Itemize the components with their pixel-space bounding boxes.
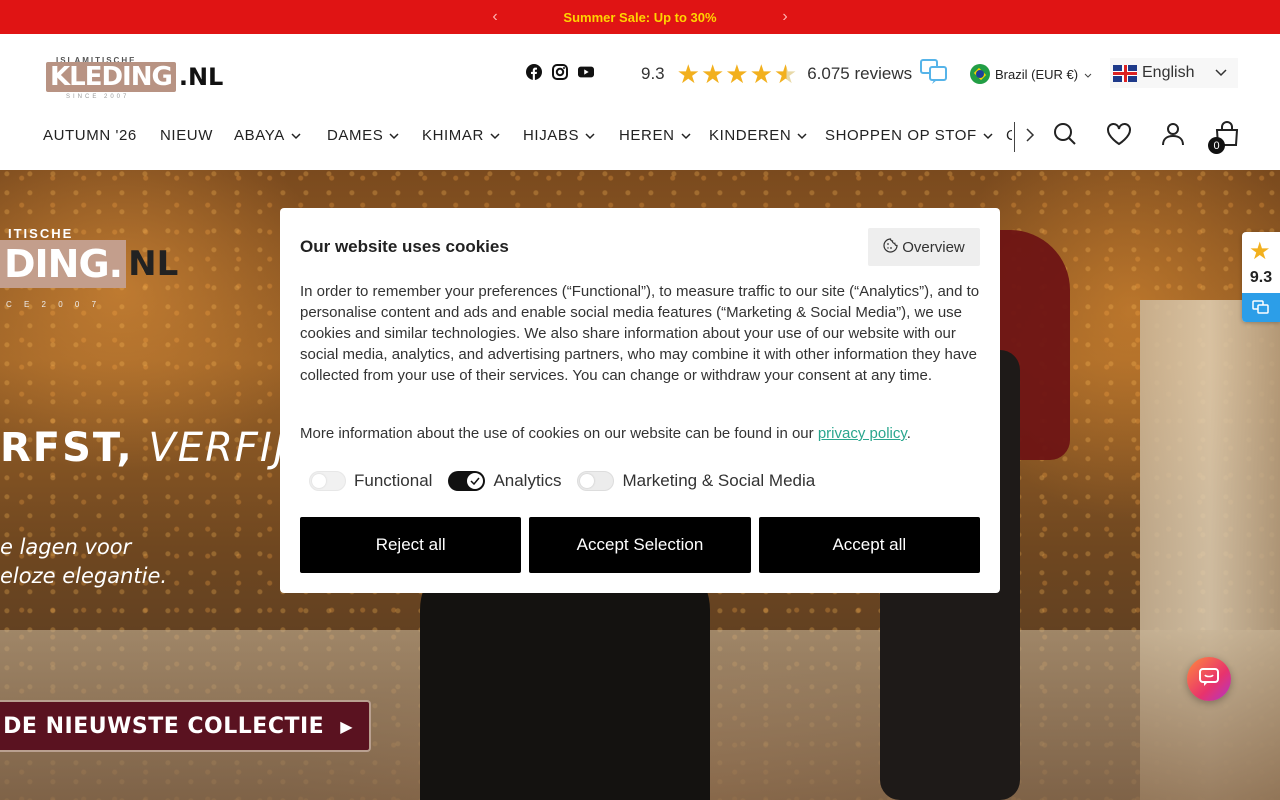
rating-score: 9.3 bbox=[641, 64, 665, 83]
chevron-down-icon bbox=[291, 127, 301, 144]
hero-logo-since: C E 2 0 0 7 bbox=[6, 300, 102, 309]
half-star-icon: ★ bbox=[773, 59, 798, 89]
account-button[interactable] bbox=[1159, 122, 1187, 150]
user-icon bbox=[1161, 122, 1185, 151]
chevron-right-icon bbox=[1025, 127, 1035, 148]
uk-flag-icon bbox=[1113, 64, 1137, 82]
country-selector[interactable]: Brazil (EUR €) bbox=[970, 64, 1092, 84]
cookie-buttons: Reject all Accept Selection Accept all bbox=[300, 517, 980, 573]
privacy-policy-link[interactable]: privacy policy bbox=[818, 425, 907, 442]
review-chat-icon bbox=[1242, 293, 1280, 322]
toggle-marketing-label: Marketing & Social Media bbox=[622, 471, 816, 490]
chat-button[interactable] bbox=[1187, 657, 1231, 701]
cookie-dialog-title: Our website uses cookies bbox=[300, 237, 509, 256]
badge-score: 9.3 bbox=[1249, 269, 1273, 286]
instagram-icon[interactable] bbox=[552, 64, 568, 80]
nav-item-autumn[interactable]: AUTUMN '26 bbox=[43, 127, 137, 144]
star-icon: ★ bbox=[749, 59, 773, 89]
chevron-down-icon bbox=[389, 127, 399, 144]
logo-since-text: SINCE 2007 bbox=[66, 94, 130, 100]
review-badge[interactable]: ★ 9.3 bbox=[1242, 232, 1280, 322]
nav-item-heren[interactable]: HEREN bbox=[619, 127, 691, 144]
hero-logo-top: ITISCHE bbox=[8, 226, 74, 241]
analytics-switch[interactable] bbox=[448, 471, 486, 491]
review-rating-widget[interactable]: 9.3 ★ ★ ★ ★ ★ 6.075 reviews bbox=[641, 58, 948, 89]
star-icon: ★ bbox=[676, 59, 700, 89]
cookie-consent-dialog: Our website uses cookies Overview In ord… bbox=[280, 208, 1000, 593]
chevron-down-icon bbox=[983, 127, 993, 144]
accept-selection-button[interactable]: Accept Selection bbox=[529, 517, 751, 573]
toggle-functional[interactable]: Functional bbox=[309, 471, 432, 491]
hero-cta-button[interactable]: P DE NIEUWSTE COLLECTIE ▶ bbox=[0, 700, 371, 752]
hero-logo: ITISCHE DING. NL C E 2 0 0 7 bbox=[0, 226, 179, 309]
marketing-switch[interactable] bbox=[577, 471, 615, 491]
play-icon: ▶ bbox=[340, 716, 353, 736]
search-button[interactable] bbox=[1051, 122, 1079, 150]
hero-logo-main: DING. bbox=[0, 240, 127, 288]
nav-item-truncated[interactable]: C bbox=[1006, 127, 1012, 144]
cookie-icon bbox=[883, 237, 902, 257]
chevron-down-icon bbox=[680, 127, 691, 144]
site-logo[interactable]: ISLAMITISCHE KLEDING .NL SINCE 2007 bbox=[46, 56, 223, 102]
cookie-description: In order to remember your preferences (“… bbox=[300, 283, 980, 384]
chevron-down-icon bbox=[1214, 65, 1228, 84]
main-nav: AUTUMN '26 NIEUW ABAYA DAMES KHIMAR HIJA… bbox=[0, 122, 1012, 152]
nav-item-abaya[interactable]: ABAYA bbox=[234, 127, 301, 144]
review-chat-icon bbox=[920, 58, 948, 90]
language-selector[interactable]: English bbox=[1110, 58, 1238, 88]
announcement-next-arrow[interactable]: › bbox=[765, 8, 805, 26]
nav-item-hijabs[interactable]: HIJABS bbox=[523, 127, 595, 144]
star-icon: ★ bbox=[725, 59, 749, 89]
cookie-more-info: More information about the use of cookie… bbox=[300, 425, 911, 442]
announcement-prev-arrow[interactable]: ‹ bbox=[475, 8, 515, 26]
reject-all-button[interactable]: Reject all bbox=[300, 517, 522, 573]
chevron-down-icon bbox=[1084, 67, 1092, 82]
youtube-icon[interactable] bbox=[578, 64, 594, 80]
nav-item-shoppen-op-stof[interactable]: SHOPPEN OP STOF bbox=[825, 127, 993, 144]
announcement-text[interactable]: Summer Sale: Up to 30% bbox=[515, 10, 765, 25]
heart-icon bbox=[1106, 122, 1132, 151]
language-label: English bbox=[1142, 64, 1195, 81]
star-icon: ★ bbox=[700, 59, 725, 89]
hero-subtitle: e lagen voor eloze elegantie. bbox=[0, 535, 168, 588]
nav-item-nieuw[interactable]: NIEUW bbox=[160, 127, 213, 144]
nav-scroll-next-button[interactable] bbox=[1014, 122, 1044, 152]
brazil-flag-icon bbox=[970, 64, 990, 84]
chat-icon bbox=[1198, 666, 1220, 693]
nav-item-kinderen[interactable]: KINDEREN bbox=[709, 127, 807, 144]
toggle-analytics[interactable]: Analytics bbox=[448, 471, 561, 491]
site-header: ISLAMITISCHE KLEDING .NL SINCE 2007 9.3 … bbox=[0, 34, 1280, 170]
wishlist-button[interactable] bbox=[1105, 122, 1133, 150]
country-label: Brazil (EUR €) bbox=[995, 66, 1079, 82]
nav-item-dames[interactable]: DAMES bbox=[327, 127, 399, 144]
chevron-down-icon bbox=[797, 127, 807, 144]
nav-item-khimar[interactable]: KHIMAR bbox=[422, 127, 500, 144]
announcement-bar: ‹ Summer Sale: Up to 30% › bbox=[0, 0, 1280, 34]
logo-main-text: KLEDING bbox=[46, 62, 176, 92]
hero-logo-suffix: NL bbox=[128, 244, 179, 284]
cookie-overview-label: Overview bbox=[902, 238, 965, 256]
facebook-icon[interactable] bbox=[526, 64, 542, 80]
star-icon: ★ bbox=[1249, 238, 1271, 265]
toggle-marketing[interactable]: Marketing & Social Media bbox=[577, 471, 815, 491]
social-links bbox=[526, 64, 594, 80]
cart-count-badge: 0 bbox=[1208, 137, 1225, 154]
search-icon bbox=[1053, 122, 1077, 151]
rating-stars: ★ ★ ★ ★ ★ bbox=[676, 59, 798, 89]
functional-switch[interactable] bbox=[309, 471, 346, 491]
hero-cta-label: P DE NIEUWSTE COLLECTIE bbox=[0, 713, 325, 739]
chevron-down-icon bbox=[585, 127, 595, 144]
toggle-analytics-label: Analytics bbox=[493, 471, 562, 490]
accept-all-button[interactable]: Accept all bbox=[758, 517, 980, 573]
cookie-overview-button[interactable]: Overview bbox=[868, 228, 980, 266]
logo-suffix-text: .NL bbox=[178, 63, 224, 91]
cookie-toggles: Functional Analytics Marketing & Social … bbox=[309, 470, 831, 492]
toggle-functional-label: Functional bbox=[354, 471, 433, 490]
chevron-down-icon bbox=[490, 127, 500, 144]
hero-title: RFST, VERFIJN bbox=[0, 425, 320, 471]
rating-reviews-count: 6.075 reviews bbox=[807, 64, 913, 83]
